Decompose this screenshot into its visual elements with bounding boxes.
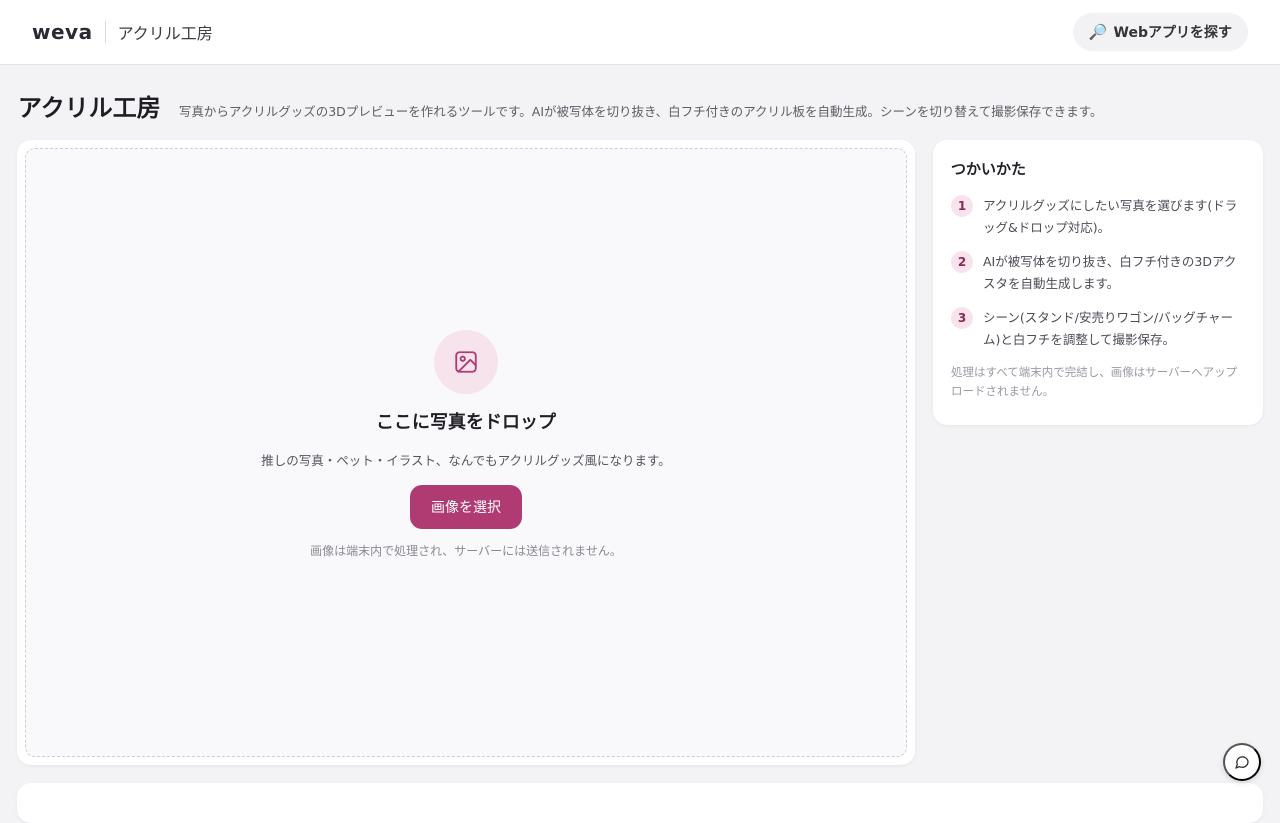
explore-webapps-button[interactable]: 🔎 Webアプリを探す [1072,13,1248,51]
page-title: アクリル工房 [18,94,161,122]
step-number: 1 [951,195,973,217]
dropzone-subtitle: 推しの写真・ペット・イラスト、なんでもアクリルグッズ風になります。 [261,453,671,468]
title-row: アクリル工房 写真からアクリルグッズの3Dプレビューを作れるツールです。AIが被… [18,88,1268,123]
howto-step: 2 AIが被写体を切り抜き、白フチ付きの3Dアクスタを自動生成します。 [951,251,1245,295]
howto-card: つかいかた 1 アクリルグッズにしたい写真を選びます(ドラッグ&ドロップ対応)。… [933,140,1263,425]
page-description: 写真からアクリルグッズの3Dプレビューを作れるツールです。AIが被写体を切り抜き… [178,104,1103,119]
howto-step: 3 シーン(スタンド/安売りワゴン/バッグチャーム)と白フチを調整して撮影保存。 [951,307,1245,351]
choose-image-button[interactable]: 画像を選択 [410,485,522,529]
step-text: AIが被写体を切り抜き、白フチ付きの3Dアクスタを自動生成します。 [983,254,1237,291]
photo-dropzone[interactable]: ここに写真をドロップ 推しの写真・ペット・イラスト、なんでもアクリルグッズ風にな… [25,148,907,757]
explore-webapps-label: Webアプリを探す [1113,25,1232,41]
weva-logo[interactable]: weva [32,20,93,44]
magnifier-icon: 🔎 [1088,23,1108,41]
howto-steps: 1 アクリルグッズにしたい写真を選びます(ドラッグ&ドロップ対応)。 2 AIが… [951,195,1245,351]
dropzone-title: ここに写真をドロップ [376,412,556,433]
howto-step: 1 アクリルグッズにしたい写真を選びます(ドラッグ&ドロップ対応)。 [951,195,1245,239]
brand-divider [104,21,106,43]
howto-title: つかいかた [951,160,1027,178]
brand: weva アクリル工房 [32,20,213,44]
bottom-panel [17,783,1263,823]
top-bar: weva アクリル工房 🔎 Webアプリを探す [0,0,1280,65]
howto-note: 処理はすべて端末内で完結し、画像はサーバーへアップロードされません。 [951,365,1238,398]
app-name: アクリル工房 [117,24,213,43]
upload-card: ここに写真をドロップ 推しの写真・ペット・イラスト、なんでもアクリルグッズ風にな… [17,140,915,765]
image-icon [434,330,498,394]
privacy-note: 画像は端末内で処理され、サーバーには送信されません。 [310,544,622,558]
chat-button[interactable] [1223,743,1261,781]
step-text: アクリルグッズにしたい写真を選びます(ドラッグ&ドロップ対応)。 [983,198,1238,235]
step-number: 3 [951,307,973,329]
chat-bubble-icon [1235,756,1249,769]
step-number: 2 [951,251,973,273]
step-text: シーン(スタンド/安売りワゴン/バッグチャーム)と白フチを調整して撮影保存。 [983,310,1234,347]
